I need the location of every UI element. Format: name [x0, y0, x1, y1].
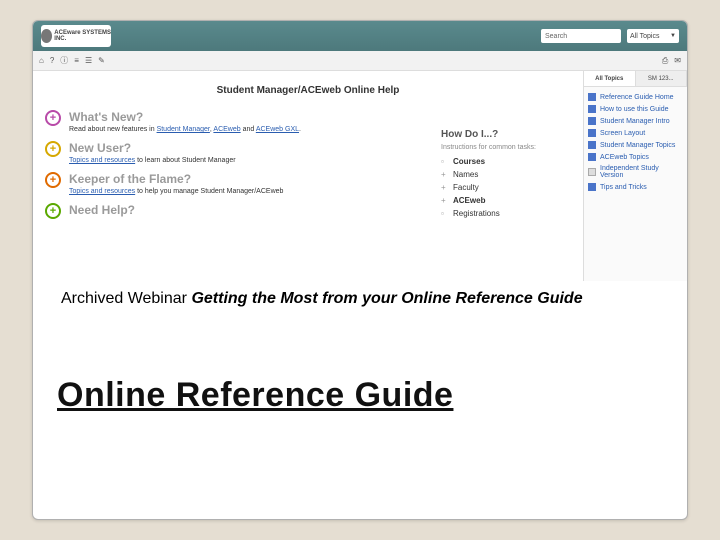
sidebar-item-label: Screen Layout — [600, 130, 645, 137]
help-screenshot: ACEware SYSTEMS INC. Search All Topics ▼… — [33, 21, 687, 281]
howdo-title: How Do I...? — [441, 129, 571, 140]
edit-icon[interactable]: ✎ — [98, 56, 105, 65]
book-icon — [588, 117, 596, 125]
plus-icon[interactable]: + — [45, 141, 61, 157]
link[interactable]: ACEweb GXL — [256, 126, 299, 133]
caption: Archived Webinar Getting the Most from y… — [61, 289, 659, 310]
howdo-label: ACEweb — [453, 196, 485, 205]
help-title: Student Manager/ACEweb Online Help — [45, 85, 571, 96]
howdo-item[interactable]: + Faculty — [441, 183, 571, 192]
link[interactable]: Student Manager — [157, 126, 210, 133]
plus-icon[interactable]: + — [45, 172, 61, 188]
howdo-label: Registrations — [453, 209, 500, 218]
doc-icon — [588, 168, 596, 176]
sidebar-item[interactable]: Screen Layout — [588, 127, 683, 139]
sidebar-item-label: How to use this Guide — [600, 106, 668, 113]
expand-icon: + — [441, 183, 449, 192]
desc-suffix: . — [299, 126, 301, 133]
home-icon[interactable]: ⌂ — [39, 56, 44, 65]
book-icon — [588, 93, 596, 101]
logo-mark-icon — [41, 29, 52, 43]
howdo-label: Courses — [453, 157, 485, 166]
link[interactable]: Topics and resources — [69, 157, 135, 164]
search-placeholder: Search — [545, 33, 567, 40]
plus-icon[interactable]: + — [45, 110, 61, 126]
expand-icon: + — [441, 170, 449, 179]
online-reference-guide-link[interactable]: Online Reference Guide — [57, 376, 453, 415]
book-icon — [588, 183, 596, 191]
tab-all-topics[interactable]: All Topics — [584, 71, 636, 86]
mail-icon[interactable]: ✉ — [674, 56, 681, 65]
logo: ACEware SYSTEMS INC. — [41, 25, 111, 47]
chevron-down-icon: ▼ — [670, 33, 676, 39]
menu-icon[interactable]: ☰ — [85, 56, 92, 65]
sidebar-item-label: Reference Guide Home — [600, 94, 674, 101]
caption-prefix: Archived Webinar — [61, 290, 191, 307]
plus-icon[interactable]: + — [45, 203, 61, 219]
sidebar-item-label: Student Manager Intro — [600, 118, 670, 125]
sidebar-item-label: Student Manager Topics — [600, 142, 675, 149]
topics-select-label: All Topics — [630, 33, 659, 40]
book-icon — [588, 141, 596, 149]
sidebar-list: Reference Guide Home How to use this Gui… — [584, 87, 687, 197]
toolbar: ⌂ ? ⓘ ≡ ☰ ✎ ⎙ ✉ — [33, 51, 687, 71]
slide: ACEware SYSTEMS INC. Search All Topics ▼… — [32, 20, 688, 520]
link[interactable]: ACEweb — [213, 126, 240, 133]
sidebar-item[interactable]: Reference Guide Home — [588, 91, 683, 103]
expand-icon: ▫ — [441, 209, 449, 218]
sidebar-item[interactable]: ACEweb Topics — [588, 151, 683, 163]
sidebar-item[interactable]: Student Manager Intro — [588, 115, 683, 127]
toolbar-right: ⎙ ✉ — [662, 56, 681, 66]
main-pane: Student Manager/ACEweb Online Help + Wha… — [33, 71, 583, 281]
book-icon — [588, 105, 596, 113]
print-icon[interactable]: ⎙ — [662, 56, 668, 66]
sidebar-item[interactable]: Independent Study Version — [588, 163, 683, 181]
info-icon[interactable]: ⓘ — [60, 55, 68, 66]
expand-icon: ▫ — [441, 157, 449, 166]
app-header: ACEware SYSTEMS INC. Search All Topics ▼ — [33, 21, 687, 51]
sidebar-item-label: Independent Study Version — [600, 165, 683, 179]
howdo-item[interactable]: + ACEweb — [441, 196, 571, 205]
how-do-i: How Do I...? Instructions for common tas… — [441, 129, 571, 222]
howdo-item[interactable]: ▫ Registrations — [441, 209, 571, 218]
howdo-subtitle: Instructions for common tasks: — [441, 144, 571, 151]
expand-icon: + — [441, 196, 449, 205]
desc-suffix: to help you manage Student Manager/ACEwe… — [135, 188, 283, 195]
list-icon[interactable]: ≡ — [74, 56, 79, 65]
caption-area: Archived Webinar Getting the Most from y… — [33, 289, 687, 310]
section-title: What's New? — [69, 110, 571, 124]
book-icon — [588, 153, 596, 161]
desc-suffix: to learn about Student Manager — [135, 157, 235, 164]
logo-text: ACEware SYSTEMS INC. — [54, 30, 111, 42]
howdo-label: Names — [453, 170, 478, 179]
help-icon[interactable]: ? — [50, 56, 54, 65]
sidebar-tabs: All Topics SM 123... — [584, 71, 687, 87]
sidebar-item-label: Tips and Tricks — [600, 184, 647, 191]
howdo-label: Faculty — [453, 183, 479, 192]
sidebar: All Topics SM 123... Reference Guide Hom… — [583, 71, 687, 281]
sidebar-item-label: ACEweb Topics — [600, 154, 649, 161]
link[interactable]: Topics and resources — [69, 188, 135, 195]
sidebar-item[interactable]: Tips and Tricks — [588, 181, 683, 193]
book-icon — [588, 129, 596, 137]
search-input[interactable]: Search — [541, 29, 621, 43]
tab-sm123[interactable]: SM 123... — [636, 71, 688, 86]
desc-prefix: Read about new features in — [69, 126, 157, 133]
howdo-item[interactable]: ▫ Courses — [441, 157, 571, 166]
sidebar-item[interactable]: Student Manager Topics — [588, 139, 683, 151]
sidebar-item[interactable]: How to use this Guide — [588, 103, 683, 115]
content-row: Student Manager/ACEweb Online Help + Wha… — [33, 71, 687, 281]
caption-title: Getting the Most from your Online Refere… — [191, 290, 582, 307]
howdo-item[interactable]: + Names — [441, 170, 571, 179]
topics-select[interactable]: All Topics ▼ — [627, 29, 679, 43]
